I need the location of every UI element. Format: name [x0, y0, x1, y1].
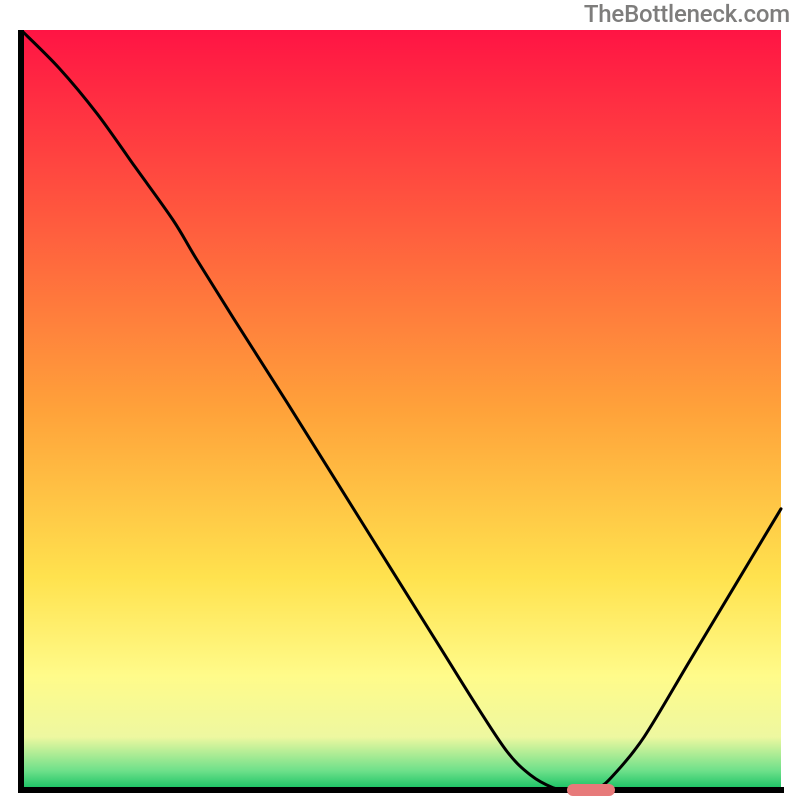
attribution-text: TheBottleneck.com	[584, 0, 790, 28]
heatmap-background	[21, 30, 781, 790]
chart-container: TheBottleneck.com	[0, 0, 800, 800]
bottleneck-plot	[18, 30, 784, 796]
optimum-marker	[567, 784, 615, 796]
